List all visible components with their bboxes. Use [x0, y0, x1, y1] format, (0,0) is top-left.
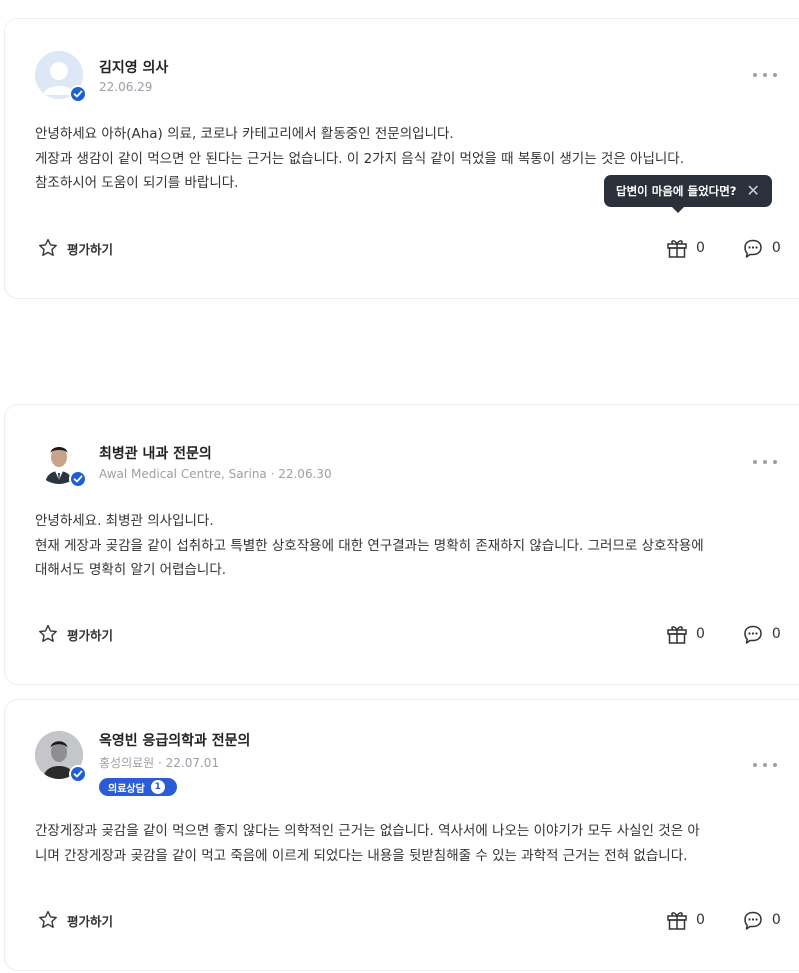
- answer-body: 간장게장과 곶감을 같이 먹으면 좋지 않다는 의학적인 근거는 없습니다. 역…: [35, 819, 780, 868]
- answer-line: 니며 간장게장과 곶감을 같이 먹고 죽음에 이르게 되었다는 내용을 뒷받침해…: [35, 847, 688, 864]
- verified-badge-icon: [69, 765, 87, 783]
- consult-count: 1: [150, 780, 165, 794]
- star-icon: [39, 238, 57, 256]
- answer-line: 안녕하세요. 최병관 의사입니다.: [35, 513, 214, 529]
- avatar[interactable]: [35, 51, 87, 103]
- answer-card: 옥영빈 응급의학과 전문의 홍성의료원 · 22.07.01 의료상담 1 간장…: [4, 699, 799, 971]
- answer-actions: 0 0: [665, 622, 781, 646]
- more-options-icon[interactable]: [753, 67, 777, 83]
- star-icon: [39, 910, 57, 928]
- answer-actions: 0 0: [665, 236, 781, 260]
- hospital-and-date: 홍성의료원 · 22.07.01: [99, 756, 220, 770]
- comment-icon: [744, 625, 762, 644]
- gift-button[interactable]: 0: [665, 236, 705, 260]
- comment-button[interactable]: 0: [741, 236, 781, 260]
- rating-tooltip: 답변이 마음에 들었다면? ✕: [604, 175, 772, 213]
- more-options-icon[interactable]: [753, 757, 777, 773]
- gift-count: 0: [696, 240, 705, 256]
- comment-count: 0: [771, 240, 781, 256]
- doctor-name[interactable]: 김지영 의사: [99, 57, 168, 77]
- more-options-icon[interactable]: [753, 454, 777, 470]
- answer-line: 안녕하세요 아하(Aha) 의료, 코로나 카테고리에서 활동중인 전문의입니다…: [35, 126, 454, 142]
- answer-line: 게장과 생감이 같이 먹으면 안 된다는 근거는 없습니다. 이 2가지 음식 …: [35, 150, 685, 167]
- answer-line: 현재 게장과 곶감을 같이 섭취하고 특별한 상호작용에 대한 연구결과는 명확…: [35, 537, 704, 554]
- consult-label: 의료상담: [108, 783, 145, 795]
- gift-icon: [667, 912, 687, 930]
- answer-date: 22.06.29: [99, 80, 153, 94]
- answer-card: 김지영 의사 22.06.29 안녕하세요 아하(Aha) 의료, 코로나 카테…: [4, 18, 799, 299]
- comment-button[interactable]: 0: [741, 622, 781, 646]
- gift-button[interactable]: 0: [665, 622, 705, 646]
- gift-count: 0: [696, 912, 705, 928]
- gift-button[interactable]: 0: [665, 908, 705, 932]
- consult-badge[interactable]: 의료상담 1: [99, 778, 177, 796]
- comment-button[interactable]: 0: [741, 908, 781, 932]
- rate-label: 평가하기: [67, 241, 114, 257]
- star-icon: [39, 624, 57, 642]
- answer-line: 대해서도 명확히 알기 어렵습니다.: [35, 562, 227, 578]
- avatar[interactable]: [35, 731, 87, 783]
- rate-button[interactable]: 평가하기: [37, 623, 113, 645]
- answer-line: 간장게장과 곶감을 같이 먹으면 좋지 않다는 의학적인 근거는 없습니다. 역…: [35, 823, 700, 839]
- verified-badge-icon: [69, 470, 87, 488]
- answer-body: 안녕하세요. 최병관 의사입니다. 현재 게장과 곶감을 같이 섭취하고 특별한…: [35, 509, 780, 583]
- close-icon[interactable]: ✕: [746, 183, 759, 199]
- gift-icon: [667, 240, 687, 258]
- rate-label: 평가하기: [67, 913, 114, 929]
- answer-card: 최병관 내과 전문의 Awal Medical Centre, Sarina ·…: [4, 404, 799, 685]
- hospital-and-date: Awal Medical Centre, Sarina · 22.06.30: [99, 467, 332, 481]
- rate-button[interactable]: 평가하기: [37, 909, 113, 931]
- comment-count: 0: [771, 626, 781, 642]
- gift-count: 0: [696, 626, 705, 642]
- verified-badge-icon: [69, 85, 87, 103]
- avatar[interactable]: [35, 436, 87, 488]
- doctor-name[interactable]: 옥영빈 응급의학과 전문의: [99, 730, 250, 750]
- comment-count: 0: [771, 912, 781, 928]
- rate-button[interactable]: 평가하기: [37, 237, 113, 259]
- gift-icon: [667, 626, 687, 644]
- comment-icon: [744, 911, 762, 930]
- comment-icon: [744, 239, 762, 258]
- answer-actions: 0 0: [665, 908, 781, 932]
- tooltip-text: 답변이 마음에 들었다면?: [616, 184, 737, 198]
- doctor-name[interactable]: 최병관 내과 전문의: [99, 443, 212, 463]
- rate-label: 평가하기: [67, 627, 114, 643]
